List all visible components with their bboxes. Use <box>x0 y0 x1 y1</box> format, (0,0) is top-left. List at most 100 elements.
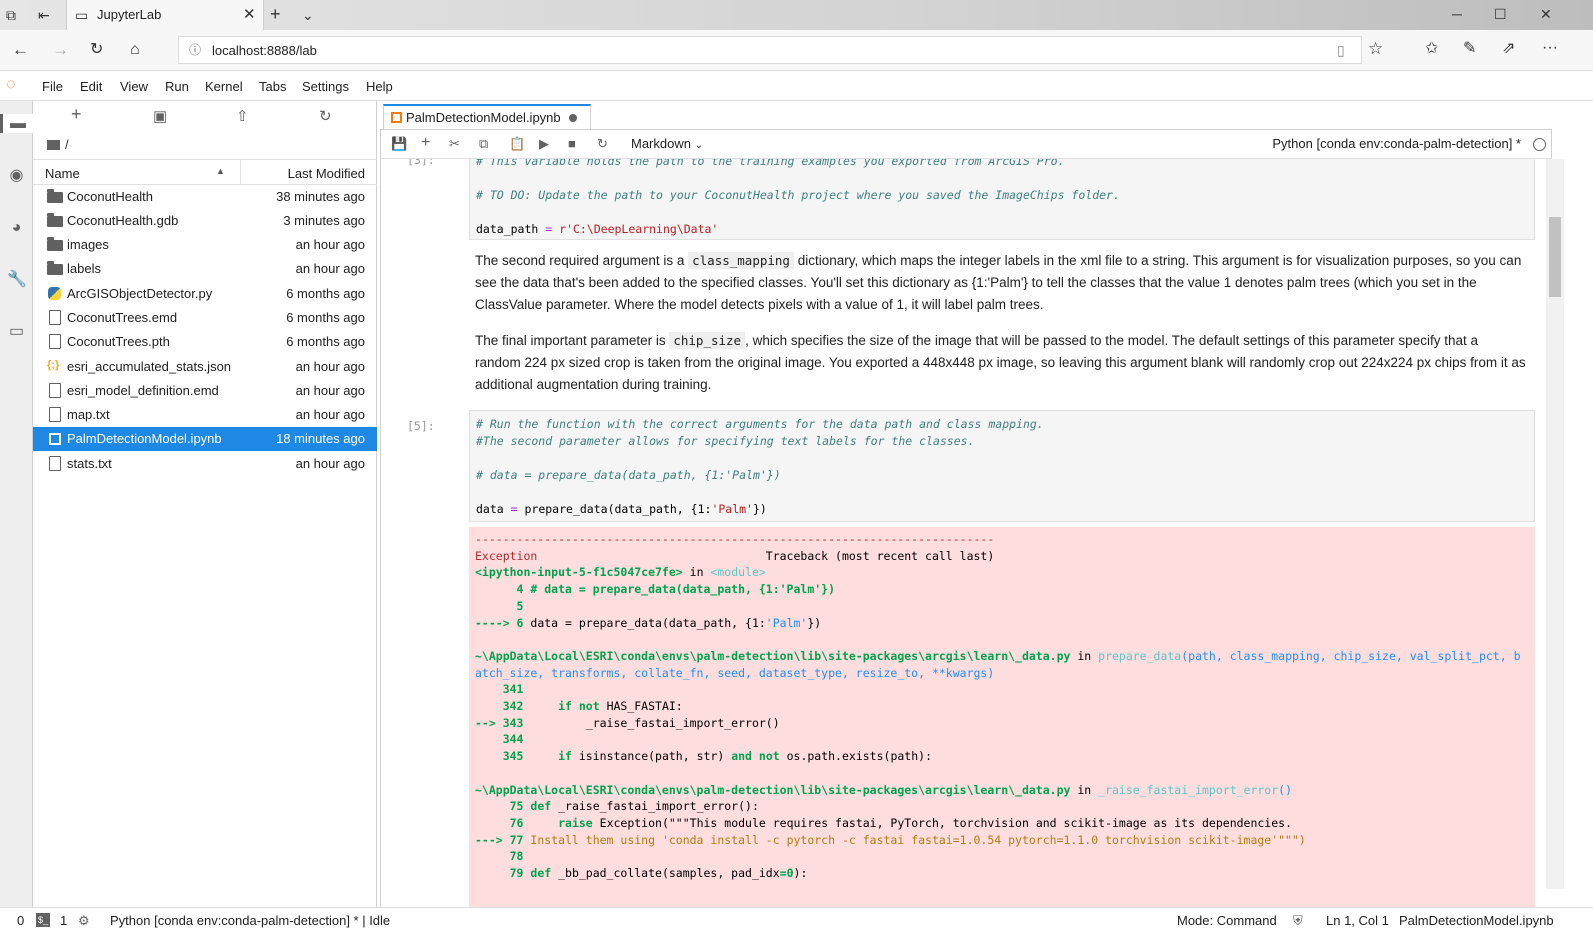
error-output: ----------------------------------------… <box>469 527 1535 907</box>
favorites-icon[interactable]: ✩ <box>1425 41 1438 57</box>
forward-icon[interactable]: → <box>52 41 69 58</box>
notebook-icon <box>49 433 61 445</box>
file-row[interactable]: CoconutHealth 38 minutes ago <box>33 185 377 209</box>
close-tab-icon[interactable]: ✕ <box>243 5 256 23</box>
restart-icon[interactable]: ↻ <box>597 136 608 152</box>
file-row[interactable]: CoconutHealth.gdb 3 minutes ago <box>33 209 377 233</box>
folder-icon <box>47 140 60 150</box>
breadcrumb[interactable]: / <box>47 137 69 152</box>
file-row[interactable]: stats.txt an hour ago <box>33 452 377 476</box>
unsaved-dot-icon[interactable] <box>569 114 577 122</box>
markdown-cell[interactable]: The final important parameter is chip_si… <box>475 330 1527 396</box>
address-bar-row: ← → ↻ ⌂ ⓘ localhost:8888/lab ▯ ☆ ✩ ✎ ⇗ ·… <box>0 30 1593 71</box>
share-icon[interactable]: ⇗ <box>1502 41 1515 57</box>
insert-cell-icon[interactable]: + <box>421 134 430 152</box>
stop-icon[interactable]: ■ <box>568 136 576 151</box>
sort-arrow-icon: ▲ <box>216 166 225 176</box>
run-icon[interactable]: ▶ <box>539 136 549 152</box>
file-row[interactable]: map.txt an hour ago <box>33 403 377 427</box>
page-icon: ▭ <box>75 7 89 23</box>
notebook-scrollbar[interactable] <box>1546 159 1564 889</box>
tabs-icon[interactable]: ▭ <box>7 322 26 341</box>
file-row[interactable]: {;} esri_accumulated_stats.json an hour ag… <box>33 355 377 379</box>
menu-help[interactable]: Help <box>366 79 393 94</box>
wrench-icon[interactable]: 🔧 <box>7 270 27 289</box>
refresh-files-icon[interactable]: ↻ <box>319 107 332 125</box>
chevron-down-icon[interactable]: ⌄ <box>302 7 314 23</box>
file-row-selected[interactable]: PalmDetectionModel.ipynb 18 minutes ago <box>33 427 377 451</box>
kernel-status-icon <box>1533 138 1546 151</box>
status-cursor[interactable]: Ln 1, Col 1 <box>1326 913 1389 928</box>
kernel-chip-icon: ⚙ <box>78 913 90 928</box>
save-icon[interactable]: 💾 <box>391 136 407 152</box>
pen-icon[interactable]: ✎ <box>1463 41 1476 57</box>
scrollbar-thumb[interactable] <box>1549 217 1561 297</box>
file-icon <box>49 383 61 398</box>
file-icon <box>49 456 61 471</box>
favorite-star-icon[interactable]: ☆ <box>1368 40 1383 57</box>
new-tab-icon[interactable]: + <box>270 5 281 23</box>
shield-icon[interactable]: ⛨ <box>1293 913 1303 929</box>
paste-icon[interactable]: 📋 <box>509 136 525 152</box>
kernel-name[interactable]: Python [conda env:conda-palm-detection] … <box>1272 136 1521 151</box>
status-kernel[interactable]: Python [conda env:conda-palm-detection] … <box>110 913 390 928</box>
tab-actions-icon[interactable]: ⧉ <box>6 7 16 23</box>
activity-bar: ▬ ◉ ◕ 🔧 ▭ <box>0 101 33 907</box>
menu-file[interactable]: File <box>42 79 63 94</box>
back-icon[interactable]: ← <box>12 41 29 58</box>
palette-icon[interactable]: ◕ <box>7 218 26 237</box>
column-name[interactable]: Name <box>45 166 80 181</box>
new-launcher-icon[interactable]: + <box>71 104 82 125</box>
jupyter-logo-icon: ◌ <box>6 76 16 93</box>
file-list-header: Name ▲ Last Modified <box>33 159 377 185</box>
browser-tab[interactable]: ▭ JupyterLab ✕ <box>66 0 264 30</box>
file-row[interactable]: esri_model_definition.emd an hour ago <box>33 379 377 403</box>
file-icon <box>49 407 61 422</box>
menu-edit[interactable]: Edit <box>80 79 102 94</box>
menu-settings[interactable]: Settings <box>302 79 349 94</box>
file-row[interactable]: images an hour ago <box>33 233 377 257</box>
cut-icon[interactable]: ✂ <box>449 136 460 152</box>
status-file: PalmDetectionModel.ipynb <box>1399 913 1554 928</box>
upload-icon[interactable]: ⇧ <box>236 107 249 125</box>
menubar: ◌ File Edit View Run Kernel Tabs Setting… <box>0 72 1593 101</box>
file-row[interactable]: CoconutTrees.pth 6 months ago <box>33 330 377 354</box>
browser-titlebar: ⧉ ⇤ ▭ JupyterLab ✕ + ⌄ ─ ☐ ✕ <box>0 0 1593 30</box>
more-icon[interactable]: ··· <box>1542 40 1558 56</box>
status-bar: 0 $_ 1 ⚙ Python [conda env:conda-palm-de… <box>0 907 1593 933</box>
refresh-icon[interactable]: ↻ <box>90 42 103 58</box>
home-icon[interactable]: ⌂ <box>130 42 140 58</box>
code-cell[interactable]: # This variable holds the path to the tr… <box>469 159 1535 240</box>
notebook-tab[interactable]: PalmDetectionModel.ipynb <box>383 104 591 129</box>
menu-view[interactable]: View <box>120 79 148 94</box>
status-terminals-count[interactable]: 0 <box>17 913 24 928</box>
main-area: PalmDetectionModel.ipynb 💾 + ✂ ⧉ 📋 ▶ ■ ↻… <box>378 101 1593 907</box>
running-icon[interactable]: ◉ <box>7 166 26 185</box>
maximize-icon[interactable]: ☐ <box>1494 6 1507 22</box>
file-row[interactable]: CoconutTrees.emd 6 months ago <box>33 306 377 330</box>
status-kernels-count[interactable]: 1 <box>60 913 67 928</box>
reading-view-icon[interactable]: ▯ <box>1337 42 1345 58</box>
notebook-icon <box>391 112 402 123</box>
code-cell[interactable]: # Run the function with the correct argu… <box>469 410 1535 522</box>
new-folder-icon[interactable]: ▣ <box>153 107 167 125</box>
menu-tabs[interactable]: Tabs <box>259 79 286 94</box>
url-input[interactable]: ⓘ localhost:8888/lab ▯ <box>178 36 1362 64</box>
status-mode: Mode: Command <box>1177 913 1277 928</box>
folder-icon <box>47 261 63 275</box>
file-row[interactable]: labels an hour ago <box>33 257 377 281</box>
copy-icon[interactable]: ⧉ <box>479 136 488 152</box>
cell-prompt: [5]: <box>407 419 435 433</box>
cell-type-select[interactable]: Markdown ⌄ <box>631 136 703 151</box>
close-window-icon[interactable]: ✕ <box>1540 6 1552 22</box>
file-browser-icon[interactable]: ▬ <box>0 114 33 133</box>
menu-run[interactable]: Run <box>165 79 189 94</box>
column-last-modified[interactable]: Last Modified <box>288 166 365 181</box>
file-row[interactable]: ArcGISObjectDetector.py 6 months ago <box>33 282 377 306</box>
folder-icon <box>47 213 63 227</box>
minimize-icon[interactable]: ─ <box>1452 6 1462 22</box>
set-aside-tabs-icon[interactable]: ⇤ <box>38 7 50 23</box>
folder-icon <box>47 237 63 251</box>
menu-kernel[interactable]: Kernel <box>205 79 243 94</box>
markdown-cell[interactable]: The second required argument is a class_… <box>475 250 1527 316</box>
